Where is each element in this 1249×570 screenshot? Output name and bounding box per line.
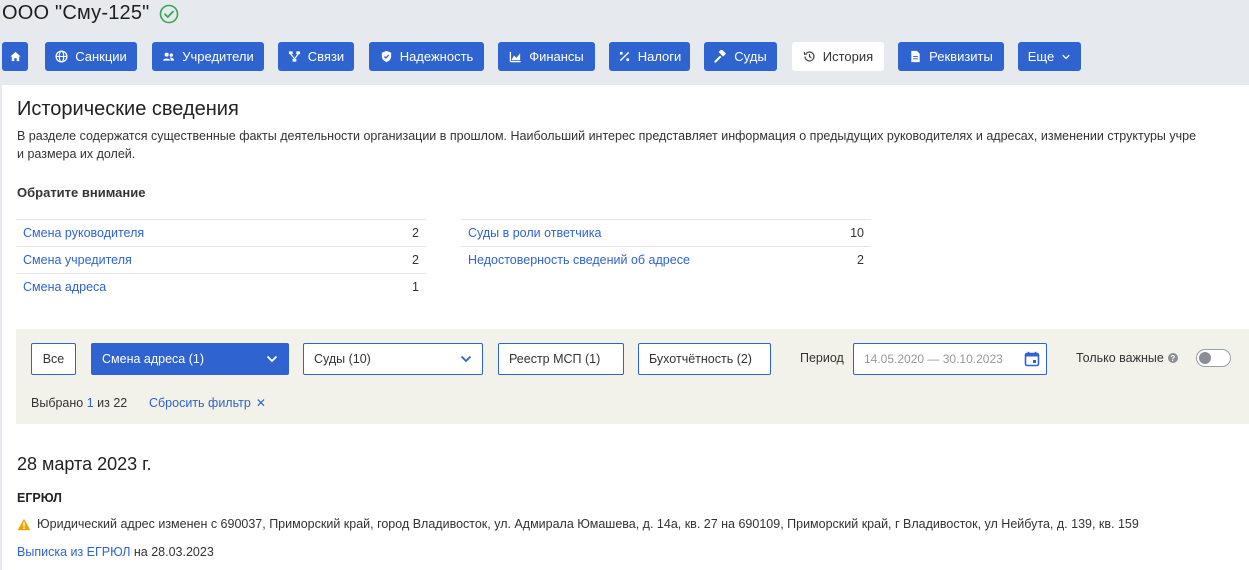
percent-icon xyxy=(619,51,629,62)
page-title: Исторические сведения xyxy=(17,98,239,120)
stat-row: Смена учредителя 2 xyxy=(16,246,426,273)
only-important-label: Только важные ? xyxy=(1076,351,1178,365)
stat-count: 10 xyxy=(850,226,864,240)
selected-suffix: из 22 xyxy=(97,396,128,410)
stat-link-defendant-courts[interactable]: Суды в роли ответчика xyxy=(468,226,601,240)
tab-requisites[interactable]: Реквизиты xyxy=(898,42,1004,71)
tab-founders[interactable]: Учредители xyxy=(152,42,264,71)
warning-icon xyxy=(17,518,31,530)
stat-link-director-change[interactable]: Смена руководителя xyxy=(23,226,144,240)
description-line-2: и размера их долей. xyxy=(17,147,136,161)
period-date-input[interactable]: 14.05.2020 — 30.10.2023 xyxy=(853,343,1047,375)
reset-filter-label: Сбросить фильтр xyxy=(149,396,251,410)
selected-count: 1 xyxy=(86,396,94,410)
event-item: Юридический адрес изменен с 690037, Прим… xyxy=(17,517,1139,531)
filter-label: Смена адреса (1) xyxy=(102,352,205,366)
stat-row: Смена адреса 1 xyxy=(16,273,426,300)
stat-link-founder-change[interactable]: Смена учредителя xyxy=(23,253,132,267)
history-icon xyxy=(803,51,815,62)
network-icon xyxy=(288,51,300,62)
stat-link-address-change[interactable]: Смена адреса xyxy=(23,280,106,294)
help-icon[interactable]: ? xyxy=(1167,353,1178,363)
selected-prefix: Выбрано xyxy=(31,396,84,410)
shield-icon xyxy=(381,50,391,63)
tab-label: Реквизиты xyxy=(929,49,993,64)
stat-count: 2 xyxy=(857,253,864,267)
filter-courts-dropdown[interactable]: Суды (10) xyxy=(303,343,483,375)
filter-msp-registry-button[interactable]: Реестр МСП (1) xyxy=(498,343,624,375)
egrul-extract-link[interactable]: Выписка из ЕГРЮЛ xyxy=(17,545,130,559)
stat-link-address-unreliable[interactable]: Недостоверность сведений об адресе xyxy=(468,253,690,267)
filter-address-change-dropdown[interactable]: Смена адреса (1) xyxy=(91,343,289,375)
attention-stats-right: Суды в роли ответчика 10 Недостоверность… xyxy=(461,219,871,273)
document-icon xyxy=(911,50,920,63)
chart-icon xyxy=(509,51,521,63)
egrul-extract-date: на 28.03.2023 xyxy=(130,545,214,559)
stat-row: Недостоверность сведений об адресе 2 xyxy=(461,246,871,273)
history-panel: Исторические сведения В разделе содержат… xyxy=(2,85,1249,570)
home-icon xyxy=(9,51,21,62)
tab-more[interactable]: Еще xyxy=(1018,42,1081,71)
chevron-down-icon xyxy=(1062,54,1070,59)
tab-label: Еще xyxy=(1027,49,1055,64)
period-label: Период xyxy=(800,351,844,365)
filter-label: Суды (10) xyxy=(314,352,371,366)
stat-count: 1 xyxy=(412,280,419,294)
selected-count-info: Выбрано 1 из 22 xyxy=(31,396,127,410)
tab-label: Надежность xyxy=(399,49,474,64)
toggle-knob xyxy=(1199,352,1211,364)
filter-all-button[interactable]: Все xyxy=(31,343,76,375)
globe-icon xyxy=(55,50,68,63)
description-line-1: В разделе содержатся существенные факты … xyxy=(17,129,1197,143)
tab-label: Санкции xyxy=(75,49,127,64)
only-important-text: Только важные xyxy=(1076,351,1164,365)
tab-courts[interactable]: Суды xyxy=(704,42,777,71)
gavel-icon xyxy=(714,50,727,63)
attention-heading: Обратите внимание xyxy=(17,185,146,200)
company-title: ООО "Сму-125" xyxy=(2,2,179,25)
section-description: В разделе содержатся существенные факты … xyxy=(17,127,1249,163)
tab-finances[interactable]: Финансы xyxy=(498,42,595,71)
stat-row: Смена руководителя 2 xyxy=(16,219,426,246)
filter-accounting-button[interactable]: Бухотчётность (2) xyxy=(638,343,771,375)
attention-stats-left: Смена руководителя 2 Смена учредителя 2 … xyxy=(16,219,426,300)
calendar-icon[interactable] xyxy=(1024,351,1040,367)
chevron-down-icon xyxy=(460,355,472,363)
event-source: ЕГРЮЛ xyxy=(17,491,62,505)
stat-row: Суды в роли ответчика 10 xyxy=(461,219,871,246)
tab-label: Налоги xyxy=(637,49,682,64)
stat-count: 2 xyxy=(412,253,419,267)
tab-reliability[interactable]: Надежность xyxy=(369,42,484,71)
filter-bar: Все Смена адреса (1) Суды (10) Реестр МС… xyxy=(16,329,1249,424)
close-icon: ✕ xyxy=(255,396,266,410)
verified-check-icon xyxy=(160,4,179,23)
tab-label: Учредители xyxy=(182,49,254,64)
company-name: ООО "Сму-125" xyxy=(2,2,150,24)
tab-label: Финансы xyxy=(529,49,584,64)
tab-label: История xyxy=(822,49,874,64)
event-text: Юридический адрес изменен с 690037, Прим… xyxy=(37,517,1139,531)
tab-connections[interactable]: Связи xyxy=(278,42,354,71)
period-value: 14.05.2020 — 30.10.2023 xyxy=(864,352,1003,366)
tab-home[interactable] xyxy=(2,42,28,71)
tab-sanctions[interactable]: Санкции xyxy=(45,42,137,71)
tab-label: Связи xyxy=(307,49,345,64)
chevron-down-icon xyxy=(266,355,278,363)
tab-label: Суды xyxy=(734,49,767,64)
users-icon xyxy=(163,52,175,61)
reset-filter-link[interactable]: Сбросить фильтр ✕ xyxy=(149,396,266,410)
stat-count: 2 xyxy=(412,226,419,240)
tab-taxes[interactable]: Налоги xyxy=(609,42,690,71)
tab-history[interactable]: История xyxy=(792,42,884,71)
egrul-extract: Выписка из ЕГРЮЛ на 28.03.2023 xyxy=(17,545,214,559)
only-important-toggle[interactable] xyxy=(1196,349,1231,367)
event-date-heading: 28 марта 2023 г. xyxy=(17,454,152,474)
